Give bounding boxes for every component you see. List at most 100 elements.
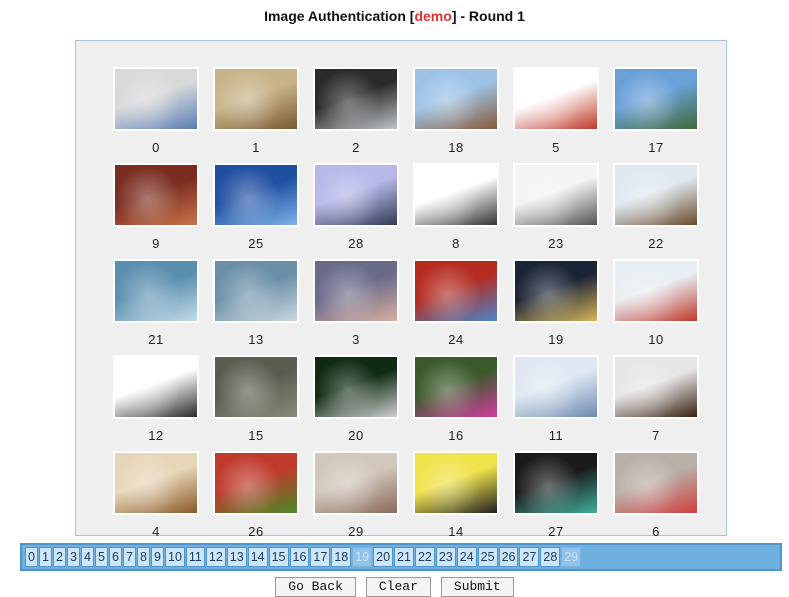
number-button[interactable]: 13 (226, 547, 247, 567)
number-button[interactable]: 8 (137, 547, 150, 567)
number-button[interactable]: 24 (456, 547, 477, 567)
image-thumbnail[interactable] (213, 451, 299, 515)
image-cell: 28 (306, 163, 406, 259)
number-button[interactable]: 7 (123, 547, 136, 567)
number-button[interactable]: 16 (289, 547, 310, 567)
image-label: 1 (252, 140, 260, 155)
image-cell: 12 (106, 355, 206, 451)
number-button[interactable]: 18 (331, 547, 352, 567)
image-label: 29 (348, 524, 364, 539)
image-label: 21 (148, 332, 164, 347)
number-button: 29 (561, 547, 582, 567)
number-button[interactable]: 26 (498, 547, 519, 567)
image-thumbnail[interactable] (213, 355, 299, 419)
image-thumbnail[interactable] (513, 163, 599, 227)
image-thumbnail[interactable] (413, 67, 499, 131)
image-thumbnail[interactable] (613, 163, 699, 227)
image-label: 7 (652, 428, 660, 443)
image-thumbnail[interactable] (513, 355, 599, 419)
clear-button[interactable]: Clear (365, 577, 431, 597)
image-thumbnail[interactable] (313, 451, 399, 515)
image-thumbnail[interactable] (213, 67, 299, 131)
image-cell: 5 (506, 67, 606, 163)
image-cell: 19 (506, 259, 606, 355)
number-button[interactable]: 3 (67, 547, 80, 567)
image-thumbnail[interactable] (413, 163, 499, 227)
image-cell: 26 (206, 451, 306, 547)
image-thumbnail[interactable] (613, 451, 699, 515)
image-cell: 3 (306, 259, 406, 355)
image-thumbnail[interactable] (313, 355, 399, 419)
number-button[interactable]: 27 (519, 547, 540, 567)
image-thumbnail[interactable] (613, 259, 699, 323)
image-thumbnail[interactable] (113, 355, 199, 419)
image-cell: 25 (206, 163, 306, 259)
number-button[interactable]: 4 (81, 547, 94, 567)
image-thumbnail[interactable] (413, 355, 499, 419)
number-button[interactable]: 9 (151, 547, 164, 567)
image-label: 12 (148, 428, 164, 443)
image-cell: 2 (306, 67, 406, 163)
number-button[interactable]: 0 (25, 547, 38, 567)
go-back-button[interactable]: Go Back (275, 577, 356, 597)
image-thumbnail[interactable] (513, 67, 599, 131)
image-thumbnail[interactable] (113, 163, 199, 227)
image-thumbnail[interactable] (313, 163, 399, 227)
image-label: 4 (152, 524, 160, 539)
number-button[interactable]: 14 (247, 547, 268, 567)
image-cell: 23 (506, 163, 606, 259)
image-thumbnail[interactable] (313, 259, 399, 323)
number-button[interactable]: 5 (95, 547, 108, 567)
image-thumbnail[interactable] (213, 259, 299, 323)
image-thumbnail[interactable] (613, 67, 699, 131)
image-thumbnail[interactable] (113, 67, 199, 131)
image-cell: 14 (406, 451, 506, 547)
number-button[interactable]: 28 (540, 547, 561, 567)
number-button[interactable]: 21 (394, 547, 414, 567)
number-button[interactable]: 20 (373, 547, 394, 567)
number-button[interactable]: 6 (109, 547, 122, 567)
title-suffix: ] - Round 1 (451, 8, 525, 24)
number-button[interactable]: 22 (414, 547, 435, 567)
submit-button[interactable]: Submit (440, 577, 514, 597)
image-thumbnail[interactable] (413, 259, 499, 323)
image-cell: 24 (406, 259, 506, 355)
title-demo: demo (414, 8, 452, 24)
image-thumbnail[interactable] (113, 451, 199, 515)
image-thumbnail[interactable] (413, 451, 499, 515)
image-thumbnail[interactable] (613, 355, 699, 419)
number-button[interactable]: 17 (310, 547, 331, 567)
number-button[interactable]: 11 (185, 547, 205, 567)
image-label: 13 (248, 332, 264, 347)
image-label: 19 (548, 332, 564, 347)
image-label: 9 (152, 236, 160, 251)
image-cell: 1 (206, 67, 306, 163)
number-button[interactable]: 12 (205, 547, 226, 567)
image-label: 8 (452, 236, 460, 251)
image-grid: 0 1 2 18 5 17 9 25 28 8 23 22 21 13 3 24 19 10 12 15 20 16 11 7… (106, 67, 706, 547)
number-button[interactable]: 1 (39, 547, 52, 567)
number-button[interactable]: 2 (53, 547, 66, 567)
image-thumbnail[interactable] (513, 259, 599, 323)
image-thumbnail[interactable] (513, 451, 599, 515)
number-button[interactable]: 10 (165, 547, 185, 567)
action-buttons: Go Back Clear Submit (0, 577, 789, 597)
image-thumbnail[interactable] (213, 163, 299, 227)
image-label: 5 (552, 140, 560, 155)
image-label: 14 (448, 524, 464, 539)
image-thumbnail[interactable] (113, 259, 199, 323)
image-label: 17 (648, 140, 664, 155)
image-label: 20 (348, 428, 364, 443)
number-button[interactable]: 25 (477, 547, 498, 567)
number-button[interactable]: 23 (435, 547, 456, 567)
image-cell: 8 (406, 163, 506, 259)
image-cell: 21 (106, 259, 206, 355)
image-cell: 10 (606, 259, 706, 355)
image-cell: 18 (406, 67, 506, 163)
image-thumbnail[interactable] (313, 67, 399, 131)
image-cell: 9 (106, 163, 206, 259)
image-label: 25 (248, 236, 264, 251)
number-button[interactable]: 15 (268, 547, 289, 567)
image-label: 18 (448, 140, 464, 155)
page-title: Image Authentication [demo] - Round 1 (0, 8, 789, 24)
